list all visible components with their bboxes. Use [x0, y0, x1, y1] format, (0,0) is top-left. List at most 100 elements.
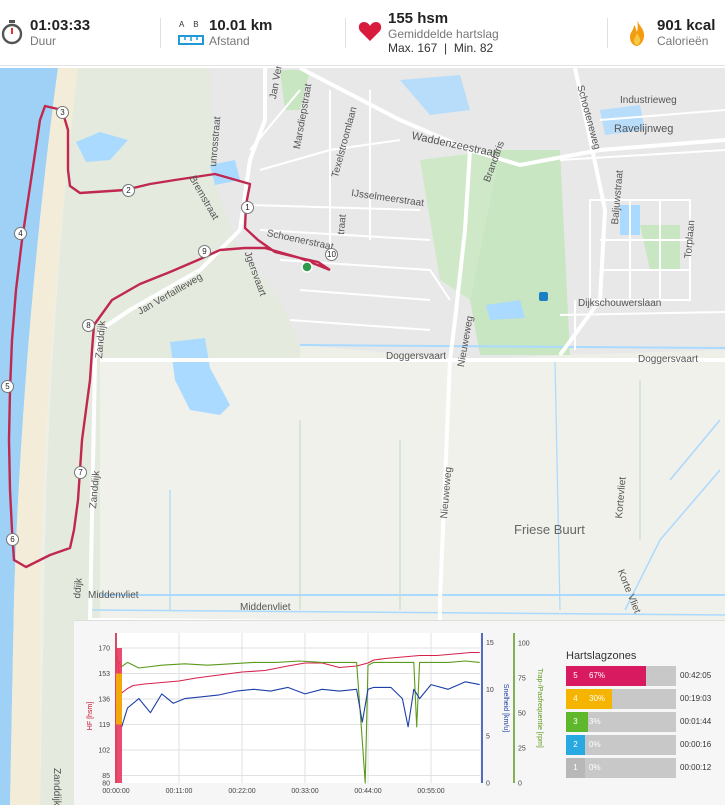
km-marker[interactable]: 7 [74, 466, 87, 479]
km-marker[interactable]: 10 [325, 248, 338, 261]
street-label: Zanddijk [51, 768, 62, 805]
zone-row[interactable]: 2 0% [566, 735, 676, 755]
street-label: Doggersvaart [638, 354, 699, 365]
ab-a: A [179, 20, 185, 29]
calories-stat: 901 kcal Calorieën [620, 0, 725, 66]
y-speed-tick-label: 0 [486, 781, 490, 788]
km-marker[interactable]: 3 [56, 106, 69, 119]
heart-rate-stat: 155 hsm Gemiddelde hartslag Max. 167 | M… [355, 0, 605, 66]
zone-bar [585, 712, 588, 732]
zone-time: 00:01:44 [680, 717, 712, 726]
y-cadence-tick-label: 50 [518, 710, 526, 717]
heart-rate-range: Max. 167 | Min. 82 [388, 41, 493, 55]
street-label: Industrieweg [620, 95, 677, 106]
y-cadence-tick-label: 0 [518, 781, 522, 788]
stopwatch-icon [1, 19, 23, 50]
divider [607, 18, 608, 48]
y-cadence-tick-label: 100 [518, 640, 530, 647]
hr-chart[interactable]: 00:00:00 00:11:00 00:22:00 00:33:00 00:44:00… [74, 621, 552, 805]
duration-label: Duur [30, 34, 57, 48]
y-speed-tick-label: 15 [486, 640, 494, 647]
street-label: Dijkschouwerslaan [578, 298, 662, 309]
y-cadence-tick-label: 25 [518, 745, 526, 752]
x-tick-label: 00:00:00 [102, 788, 129, 795]
zone-number: 5 [566, 666, 585, 686]
zone-strip [116, 673, 122, 725]
street-label: Doggersvaart [386, 351, 447, 362]
y-left-tick-label: 119 [99, 722, 110, 729]
y-left-tick-label: 170 [98, 646, 110, 653]
y-cadence-label: Trap-/Pasfrequentie [rpm] [536, 668, 543, 748]
x-tick-label: 00:22:00 [228, 788, 255, 795]
ab-label: A B [179, 20, 199, 29]
duration-value: 01:03:33 [30, 17, 91, 34]
km-marker[interactable]: 9 [198, 245, 211, 258]
y-left-tick-label: 80 [102, 781, 110, 788]
km-marker[interactable]: 6 [6, 533, 19, 546]
zone-percent: 0% [589, 740, 601, 749]
zone-number: 1 [566, 758, 585, 778]
heart-rate-zones: Hartslagzones 5 67% 00:42:05 4 30% 00:19:03 3 3… [564, 621, 725, 805]
zone-number: 3 [566, 712, 585, 732]
flame-icon [628, 19, 646, 52]
start-marker[interactable] [301, 261, 313, 273]
x-tick-label: 00:33:00 [291, 788, 318, 795]
heart-rate-divider: | [444, 41, 448, 55]
heart-icon [358, 20, 382, 47]
street-label: traat [336, 214, 349, 235]
calories-label: Calorieën [657, 34, 709, 48]
y-speed-label: Snelheid [km/u] [502, 684, 509, 732]
zone-number: 2 [566, 735, 585, 755]
zone-percent: 67% [589, 671, 606, 680]
y-left-label: HF [hsm] [87, 702, 94, 730]
distance-stat: A B 10.01 km Afstand [175, 0, 355, 66]
km-marker[interactable]: 1 [241, 201, 254, 214]
zones-title: Hartslagzones [566, 650, 637, 662]
zone-percent: 30% [589, 694, 606, 703]
divider [345, 18, 346, 48]
analysis-panel: 00:00:00 00:11:00 00:22:00 00:33:00 00:44:00… [74, 620, 725, 805]
distance-value: 10.01 km [209, 17, 273, 34]
street-label: ddijk [72, 577, 85, 599]
zone-time: 00:19:03 [680, 694, 712, 703]
activity-page: 01:03:33 Duur A B 10.01 km Afstand 155 h… [0, 0, 725, 805]
divider [160, 18, 161, 48]
zone-percent: 3% [589, 717, 601, 726]
y-left-tick-label: 85 [102, 773, 110, 780]
y-speed-tick-label: 10 [486, 687, 494, 694]
km-marker[interactable]: 4 [14, 227, 27, 240]
zone-row[interactable]: 1 0% [566, 758, 676, 778]
ab-b: B [193, 20, 199, 29]
place-label: Friese Buurt [514, 522, 585, 537]
transit-marker[interactable] [539, 292, 548, 301]
y-left-tick-label: 102 [98, 748, 110, 755]
heart-rate-max: Max. 167 [388, 41, 438, 55]
x-tick-label: 00:55:00 [417, 788, 444, 795]
zone-row[interactable]: 5 67% [566, 666, 676, 686]
y-left-tick-label: 136 [98, 697, 110, 704]
x-tick-label: 00:44:00 [354, 788, 381, 795]
heart-rate-value: 155 hsm [388, 10, 449, 27]
y-cadence-tick-label: 75 [518, 675, 526, 682]
y-left-tick-label: 153 [98, 671, 110, 678]
km-marker[interactable]: 8 [82, 319, 95, 332]
street-label: Ravelijnweg [614, 123, 674, 135]
zone-time: 00:00:12 [680, 763, 712, 772]
zone-time: 00:42:05 [680, 671, 712, 680]
heart-rate-min: Min. 82 [453, 41, 494, 55]
zone-time: 00:00:16 [680, 740, 712, 749]
y-speed-tick-label: 5 [486, 734, 490, 741]
stats-bar: 01:03:33 Duur A B 10.01 km Afstand 155 h… [0, 0, 725, 66]
heart-rate-label: Gemiddelde hartslag [388, 27, 499, 41]
duration-stat: 01:03:33 Duur [0, 0, 160, 66]
km-marker[interactable]: 2 [122, 184, 135, 197]
street-label: Middenvliet [88, 590, 139, 601]
zone-number: 4 [566, 689, 585, 709]
zone-row[interactable]: 4 30% [566, 689, 676, 709]
km-marker[interactable]: 5 [1, 380, 14, 393]
zone-row[interactable]: 3 3% [566, 712, 676, 732]
x-tick-label: 00:11:00 [166, 788, 193, 795]
calories-value: 901 kcal [657, 17, 716, 34]
ruler-icon [178, 33, 204, 51]
zone-percent: 0% [589, 763, 601, 772]
